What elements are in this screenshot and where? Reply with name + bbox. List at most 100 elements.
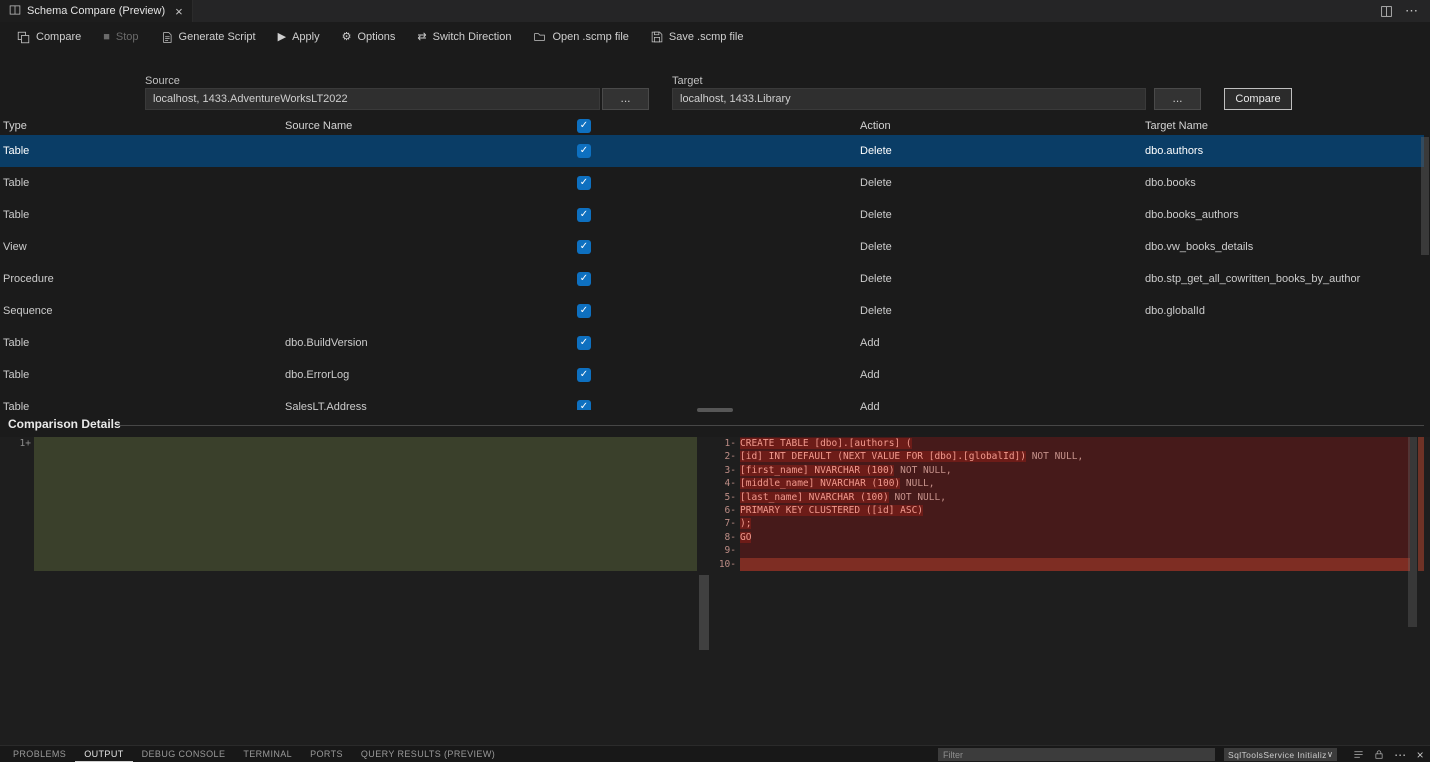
diff-line: 1-CREATE TABLE [dbo].[authors] (: [710, 437, 1424, 450]
include-checkbox[interactable]: ✓: [577, 304, 591, 318]
check-icon: ✓: [580, 210, 588, 220]
compare-action-button[interactable]: Compare: [1224, 88, 1292, 110]
row-action: Delete: [860, 209, 892, 221]
table-row[interactable]: View ✓ Delete dbo.vw_books_details: [0, 231, 1424, 263]
switch-direction-button[interactable]: ⇄ Switch Direction: [406, 26, 522, 48]
row-action: Delete: [860, 241, 892, 253]
stop-button[interactable]: ■ Stop: [92, 26, 149, 48]
switch-direction-label: Switch Direction: [433, 31, 512, 43]
diff-line: 2-[id] INT DEFAULT (NEXT VALUE FOR [dbo]…: [710, 450, 1424, 463]
differences-grid: Type Source Name ✓ Action Target Name Ta…: [0, 117, 1430, 410]
target-connection-input[interactable]: [672, 88, 1146, 110]
line-number: 7-: [710, 517, 740, 530]
panel-tab-terminal[interactable]: TERMINAL: [234, 746, 301, 762]
table-row[interactable]: Table ✓ Delete dbo.authors: [0, 135, 1424, 167]
row-type: Procedure: [3, 273, 54, 285]
split-editor-icon[interactable]: [1380, 5, 1393, 18]
lock-scroll-icon[interactable]: [1374, 749, 1384, 760]
row-action: Delete: [860, 177, 892, 189]
include-checkbox[interactable]: ✓: [577, 400, 591, 410]
include-checkbox[interactable]: ✓: [577, 176, 591, 190]
grid-rows: Table ✓ Delete dbo.authors Table ✓ Delet…: [0, 135, 1430, 410]
row-target-name: dbo.globalId: [1145, 305, 1205, 317]
overview-ruler-deletions: [1418, 437, 1424, 571]
row-target-name: dbo.vw_books_details: [1145, 241, 1253, 253]
output-channel-select[interactable]: SqlToolsService Initializ ∨: [1224, 748, 1337, 761]
table-row[interactable]: Sequence ✓ Delete dbo.globalId: [0, 295, 1424, 327]
diff-source-pane[interactable]: 1+: [8, 437, 697, 745]
col-type[interactable]: Type: [3, 120, 27, 132]
save-scmp-button[interactable]: Save .scmp file: [640, 26, 755, 48]
col-action[interactable]: Action: [860, 120, 891, 132]
line-number: 1-: [710, 437, 740, 450]
tab-schema-compare[interactable]: Schema Compare (Preview) ×: [0, 0, 193, 22]
target-browse-button[interactable]: ...: [1154, 88, 1201, 110]
select-all-checkbox[interactable]: ✓: [577, 119, 591, 133]
include-checkbox[interactable]: ✓: [577, 272, 591, 286]
apply-icon: ▶: [278, 32, 286, 43]
editor-tab-bar: Schema Compare (Preview) × ⋯: [0, 0, 1430, 22]
grid-header: Type Source Name ✓ Action Target Name: [0, 117, 1424, 135]
table-row[interactable]: Table dbo.ErrorLog ✓ Add: [0, 359, 1424, 391]
source-browse-button[interactable]: ...: [602, 88, 649, 110]
check-icon: ✓: [580, 121, 588, 131]
panel-tab-output[interactable]: OUTPUT: [75, 746, 132, 762]
splitter-handle[interactable]: [697, 408, 733, 412]
col-source-name[interactable]: Source Name: [285, 120, 352, 132]
diff-line: 9-: [710, 544, 1424, 557]
line-number: 4-: [710, 477, 740, 490]
close-panel-icon[interactable]: ×: [1417, 749, 1424, 761]
tab-close-icon[interactable]: ×: [175, 4, 183, 19]
apply-button[interactable]: ▶ Apply: [267, 26, 331, 48]
table-row[interactable]: Table dbo.BuildVersion ✓ Add: [0, 327, 1424, 359]
left-pane-scrollbar[interactable]: [699, 575, 709, 650]
right-pane-scrollbar[interactable]: [1408, 437, 1417, 627]
output-filter-input[interactable]: [938, 748, 1215, 761]
row-source-name: SalesLT.Address: [285, 401, 367, 410]
line-number: 3-: [710, 464, 740, 477]
diff-line: 8-GO: [710, 531, 1424, 544]
line-number: 9-: [710, 544, 740, 557]
panel-tab-ports[interactable]: PORTS: [301, 746, 352, 762]
row-target-name: dbo.authors: [1145, 145, 1203, 157]
include-checkbox[interactable]: ✓: [577, 336, 591, 350]
generate-script-button[interactable]: Generate Script: [150, 26, 267, 48]
diff-target-pane[interactable]: 1-CREATE TABLE [dbo].[authors] ( 2-[id] …: [710, 437, 1424, 745]
row-source-name: dbo.ErrorLog: [285, 369, 349, 381]
row-action: Add: [860, 401, 880, 410]
compare-toolbar-button[interactable]: Compare: [6, 26, 92, 48]
table-row[interactable]: Table ✓ Delete dbo.books: [0, 167, 1424, 199]
table-row[interactable]: Table ✓ Delete dbo.books_authors: [0, 199, 1424, 231]
source-label: Source: [145, 75, 180, 87]
save-file-icon: [651, 31, 663, 43]
include-checkbox[interactable]: ✓: [577, 144, 591, 158]
check-icon: ✓: [580, 338, 588, 348]
diff-line: 6-PRIMARY KEY CLUSTERED ([id] ASC): [710, 504, 1424, 517]
include-checkbox[interactable]: ✓: [577, 208, 591, 222]
check-icon: ✓: [580, 370, 588, 380]
diff-line: 10-: [710, 558, 1424, 571]
target-label: Target: [672, 75, 703, 87]
options-button[interactable]: ⚙ Options: [331, 26, 407, 48]
col-target-name[interactable]: Target Name: [1145, 120, 1208, 132]
clear-output-icon[interactable]: [1353, 749, 1364, 760]
panel-tab-problems[interactable]: PROBLEMS: [4, 746, 75, 762]
output-channel-value: SqlToolsService Initializ: [1228, 750, 1327, 760]
grid-scrollbar[interactable]: [1421, 137, 1429, 255]
source-connection-input[interactable]: [145, 88, 600, 110]
include-checkbox[interactable]: ✓: [577, 368, 591, 382]
panel-more-actions-icon[interactable]: ⋯: [1394, 749, 1406, 761]
table-row[interactable]: Procedure ✓ Delete dbo.stp_get_all_cowri…: [0, 263, 1424, 295]
line-number: 6-: [710, 504, 740, 517]
schema-compare-app: Schema Compare (Preview) × ⋯ Compare ■ S…: [0, 0, 1430, 762]
panel-tab-debug-console[interactable]: DEBUG CONSOLE: [133, 746, 235, 762]
more-actions-icon[interactable]: ⋯: [1405, 3, 1418, 19]
open-scmp-button[interactable]: Open .scmp file: [522, 26, 639, 48]
stop-label: Stop: [116, 31, 139, 43]
stop-icon: ■: [103, 32, 110, 43]
include-checkbox[interactable]: ✓: [577, 240, 591, 254]
line-number: 2-: [710, 450, 740, 463]
diff-left-content: [34, 437, 697, 745]
panel-tab-query-results[interactable]: QUERY RESULTS (PREVIEW): [352, 746, 504, 762]
editor-actions: ⋯: [1380, 0, 1430, 22]
